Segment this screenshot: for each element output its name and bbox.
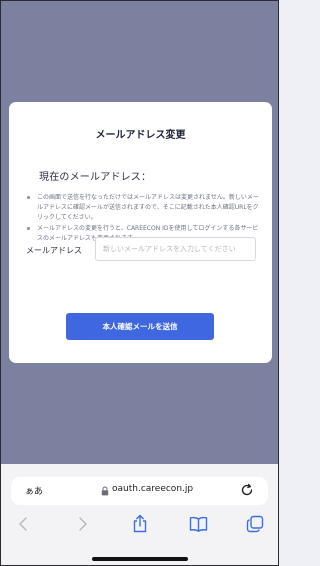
- text-size-button[interactable]: ぁあ: [25, 484, 43, 497]
- bookmarks-icon[interactable]: [189, 516, 208, 532]
- url-text[interactable]: oauth.careecon.jp: [112, 484, 193, 494]
- screen: メールアドレス変更 現在のメールアドレス： この画面で送信を行なっただけではメー…: [0, 0, 279, 566]
- new-email-input[interactable]: [95, 237, 256, 261]
- forward-icon[interactable]: [78, 516, 88, 532]
- share-icon[interactable]: [132, 514, 148, 533]
- lock-icon: [101, 486, 109, 496]
- home-indicator: [92, 557, 188, 561]
- back-icon[interactable]: [18, 516, 28, 532]
- reload-icon[interactable]: [240, 483, 254, 497]
- note-text: この画面で送信を行なっただけではメールアドレスは変更されません。新しいメールアド…: [37, 194, 259, 222]
- bullet-icon: [27, 196, 30, 199]
- email-field-label: メールアドレス: [26, 246, 82, 255]
- browser-toolbar: ぁあ oauth.careecon.jp: [1, 464, 278, 565]
- bullet-icon: [27, 226, 30, 230]
- tabs-icon[interactable]: [246, 515, 264, 533]
- current-email-label: 現在のメールアドレス：: [39, 172, 152, 183]
- modal-title: メールアドレス変更: [95, 130, 186, 141]
- email-change-modal: メールアドレス変更 現在のメールアドレス： この画面で送信を行なっただけではメー…: [9, 102, 272, 363]
- send-verification-button[interactable]: 本人確認メールを送信: [66, 313, 214, 340]
- note-item: この画面で送信を行なっただけではメールアドレスは変更されません。新しいメールアド…: [27, 193, 261, 224]
- address-bar[interactable]: ぁあ oauth.careecon.jp: [11, 477, 268, 505]
